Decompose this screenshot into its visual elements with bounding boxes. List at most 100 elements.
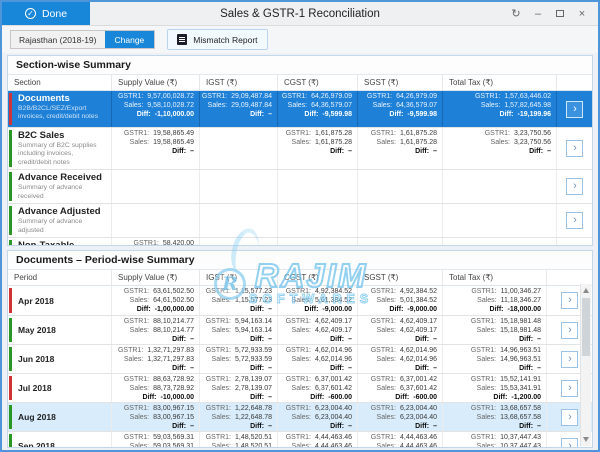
scroll-up-icon[interactable] [583, 288, 589, 293]
value-cell: GSTR1:29,09,487.84 Sales:29,09,487.84 Di… [200, 91, 278, 127]
value-cell [200, 170, 278, 203]
chevron-right-icon: › [573, 213, 577, 227]
value-cell: GSTR1:4,62,409.17 Sales:4,62,409.17 Diff… [358, 316, 443, 344]
row-open-button[interactable]: › [561, 380, 578, 397]
period-wise-summary-panel: Documents – Period-wise Summary PeriodSu… [7, 250, 593, 448]
section-row-advance-received[interactable]: Advance Received Summary of advance rece… [8, 169, 592, 203]
value-cell: GSTR1:6,23,004.40 Sales:6,23,004.40 Diff… [278, 403, 358, 431]
report-icon [177, 34, 187, 45]
period-row-jun-2018[interactable]: Jun 2018 GSTR1:1,32,71,297.83 Sales:1,32… [8, 344, 592, 373]
value-cell: GSTR1:9,57,00,028.72 Sales:9,58,10,028.7… [112, 91, 200, 127]
value-cell: GSTR1:6,37,001.42 Sales:6,37,601.42 Diff… [358, 374, 443, 402]
maximize-glyph [556, 10, 564, 17]
section-row-b2c-sales[interactable]: B2C Sales Summary of B2C supplies includ… [8, 127, 592, 169]
maximize-icon[interactable] [552, 6, 568, 22]
value-cell [200, 204, 278, 237]
column-header-cgst: CGST (₹) [278, 270, 358, 285]
done-button[interactable]: ✓ Done [2, 2, 90, 25]
toolbar: Rajasthan (2018-19) Change Mismatch Repo… [2, 26, 598, 53]
period-row-apr-2018[interactable]: Apr 2018 GSTR1:63,61,502.50 Sales:64,61,… [8, 286, 592, 315]
row-open-button[interactable]: › [566, 178, 583, 195]
close-icon[interactable]: × [574, 6, 590, 22]
value-cell [278, 204, 358, 237]
chevron-cell: › [557, 170, 592, 203]
refresh-icon[interactable]: ↻ [508, 6, 524, 22]
section-row-non-taxable[interactable]: Non-Taxable Summary of exempt, nil-rated… [8, 237, 592, 246]
row-open-button[interactable]: › [561, 351, 578, 368]
section-name-cell: Documents B2B/B2CL/SEZ/Export invoices, … [8, 91, 112, 127]
section-name-cell: Non-Taxable Summary of exempt, nil-rated… [8, 238, 112, 246]
value-cell [278, 238, 358, 246]
value-cell: GSTR1:13,68,657.58 Sales:13,68,657.58 Di… [443, 403, 547, 431]
section-name-cell: Advance Adjusted Summary of advance adju… [8, 204, 112, 237]
value-cell: GSTR1:88,63,728.92 Sales:88,73,728.92 Di… [112, 374, 200, 402]
value-cell: GSTR1:1,15,577.23 Sales:1,15,577.23 Diff… [200, 286, 278, 315]
section-row-description: Summary of advance received [18, 184, 106, 201]
done-label: Done [42, 8, 67, 20]
value-cell: GSTR1:1,61,875.28 Sales:1,61,875.28 Diff… [358, 128, 443, 169]
mismatch-report-button[interactable]: Mismatch Report [167, 29, 267, 50]
period-row-sep-2018[interactable]: Sep 2018 GSTR1:59,03,569.31 Sales:59,03,… [8, 431, 592, 448]
period-row-jul-2018[interactable]: Jul 2018 GSTR1:88,63,728.92 Sales:88,73,… [8, 373, 592, 402]
value-cell: GSTR1:83,00,967.15 Sales:83,00,967.15 Di… [112, 403, 200, 431]
value-cell: GSTR1:1,57,63,446.02 Sales:1,57,82,645.9… [443, 91, 557, 127]
period-table-header: PeriodSupply Value (₹)IGST (₹)CGST (₹)SG… [8, 269, 592, 286]
value-cell: GSTR1:3,23,750.56 Sales:3,23,750.56 Diff… [443, 128, 557, 169]
section-summary-title: Section-wise Summary [8, 56, 592, 74]
value-cell [443, 204, 557, 237]
value-cell: GSTR1:15,18,981.48 Sales:15,18,981.48 Di… [443, 316, 547, 344]
window-controls: ↻ – × [508, 2, 598, 25]
change-button[interactable]: Change [105, 31, 155, 48]
period-label: Sep 2018 [8, 432, 112, 448]
value-cell [112, 204, 200, 237]
value-cell: GSTR1:4,92,384.52 Sales:5,01,384.52 Diff… [278, 286, 358, 315]
value-cell [443, 238, 557, 246]
value-cell: GSTR1:64,26,979.09 Sales:64,36,579.07 Di… [278, 91, 358, 127]
value-cell: GSTR1:2,78,139.07 Sales:2,78,139.07 Diff… [200, 374, 278, 402]
row-open-button[interactable]: › [561, 409, 578, 426]
chevron-cell: › [557, 128, 592, 169]
column-header-sgst: SGST (₹) [358, 75, 443, 90]
section-row-title: Advance Adjusted [18, 206, 106, 218]
column-header-spacer [557, 75, 592, 90]
column-header-total-tax: Total Tax (₹) [443, 75, 557, 90]
period-table-rows: Apr 2018 GSTR1:63,61,502.50 Sales:64,61,… [8, 286, 592, 448]
section-row-description: Summary of advance adjusted [18, 218, 106, 235]
section-row-advance-adjusted[interactable]: Advance Adjusted Summary of advance adju… [8, 203, 592, 237]
row-open-button[interactable]: › [566, 140, 583, 157]
chevron-right-icon: › [568, 293, 572, 307]
column-header-cgst: CGST (₹) [278, 75, 358, 90]
column-header-sgst: SGST (₹) [358, 270, 443, 285]
period-label: Jun 2018 [8, 345, 112, 373]
scrollbar-thumb[interactable] [582, 298, 590, 356]
row-open-button[interactable]: › [566, 212, 583, 229]
period-label: Aug 2018 [8, 403, 112, 431]
chevron-right-icon: › [568, 410, 572, 424]
column-header-igst: IGST (₹) [200, 270, 278, 285]
row-open-button[interactable]: › [561, 322, 578, 339]
scroll-down-icon[interactable] [583, 437, 589, 442]
value-cell: GSTR1:4,62,014.96 Sales:4,62,014.96 Diff… [358, 345, 443, 373]
value-cell [358, 170, 443, 203]
column-header-section: Section [8, 75, 112, 90]
value-cell: GSTR1:4,62,014.96 Sales:4,62,014.96 Diff… [278, 345, 358, 373]
column-header-supply-value: Supply Value (₹) [112, 75, 200, 90]
row-open-button[interactable]: › [561, 438, 578, 449]
value-cell [112, 170, 200, 203]
period-label: May 2018 [8, 316, 112, 344]
row-open-button[interactable]: › [561, 292, 578, 309]
row-open-button[interactable]: › [566, 101, 583, 118]
value-cell: GSTR1:10,37,447.43 Sales:10,37,447.43 Di… [443, 432, 547, 448]
chevron-right-icon: › [568, 352, 572, 366]
period-label: Jul 2018 [8, 374, 112, 402]
column-header-spacer [547, 270, 592, 285]
value-cell: GSTR1:1,48,520.51 Sales:1,48,520.51 Diff… [200, 432, 278, 448]
minimize-icon[interactable]: – [530, 6, 546, 22]
period-row-may-2018[interactable]: May 2018 GSTR1:88,10,214.77 Sales:88,10,… [8, 315, 592, 344]
mismatch-report-label: Mismatch Report [193, 35, 257, 45]
value-cell: GSTR1:1,22,648.78 Sales:1,22,648.78 Diff… [200, 403, 278, 431]
vertical-scrollbar[interactable] [580, 284, 591, 446]
period-row-aug-2018[interactable]: Aug 2018 GSTR1:83,00,967.15 Sales:83,00,… [8, 402, 592, 431]
section-row-documents[interactable]: Documents B2B/B2CL/SEZ/Export invoices, … [8, 91, 592, 127]
chevron-cell: › [557, 238, 592, 246]
